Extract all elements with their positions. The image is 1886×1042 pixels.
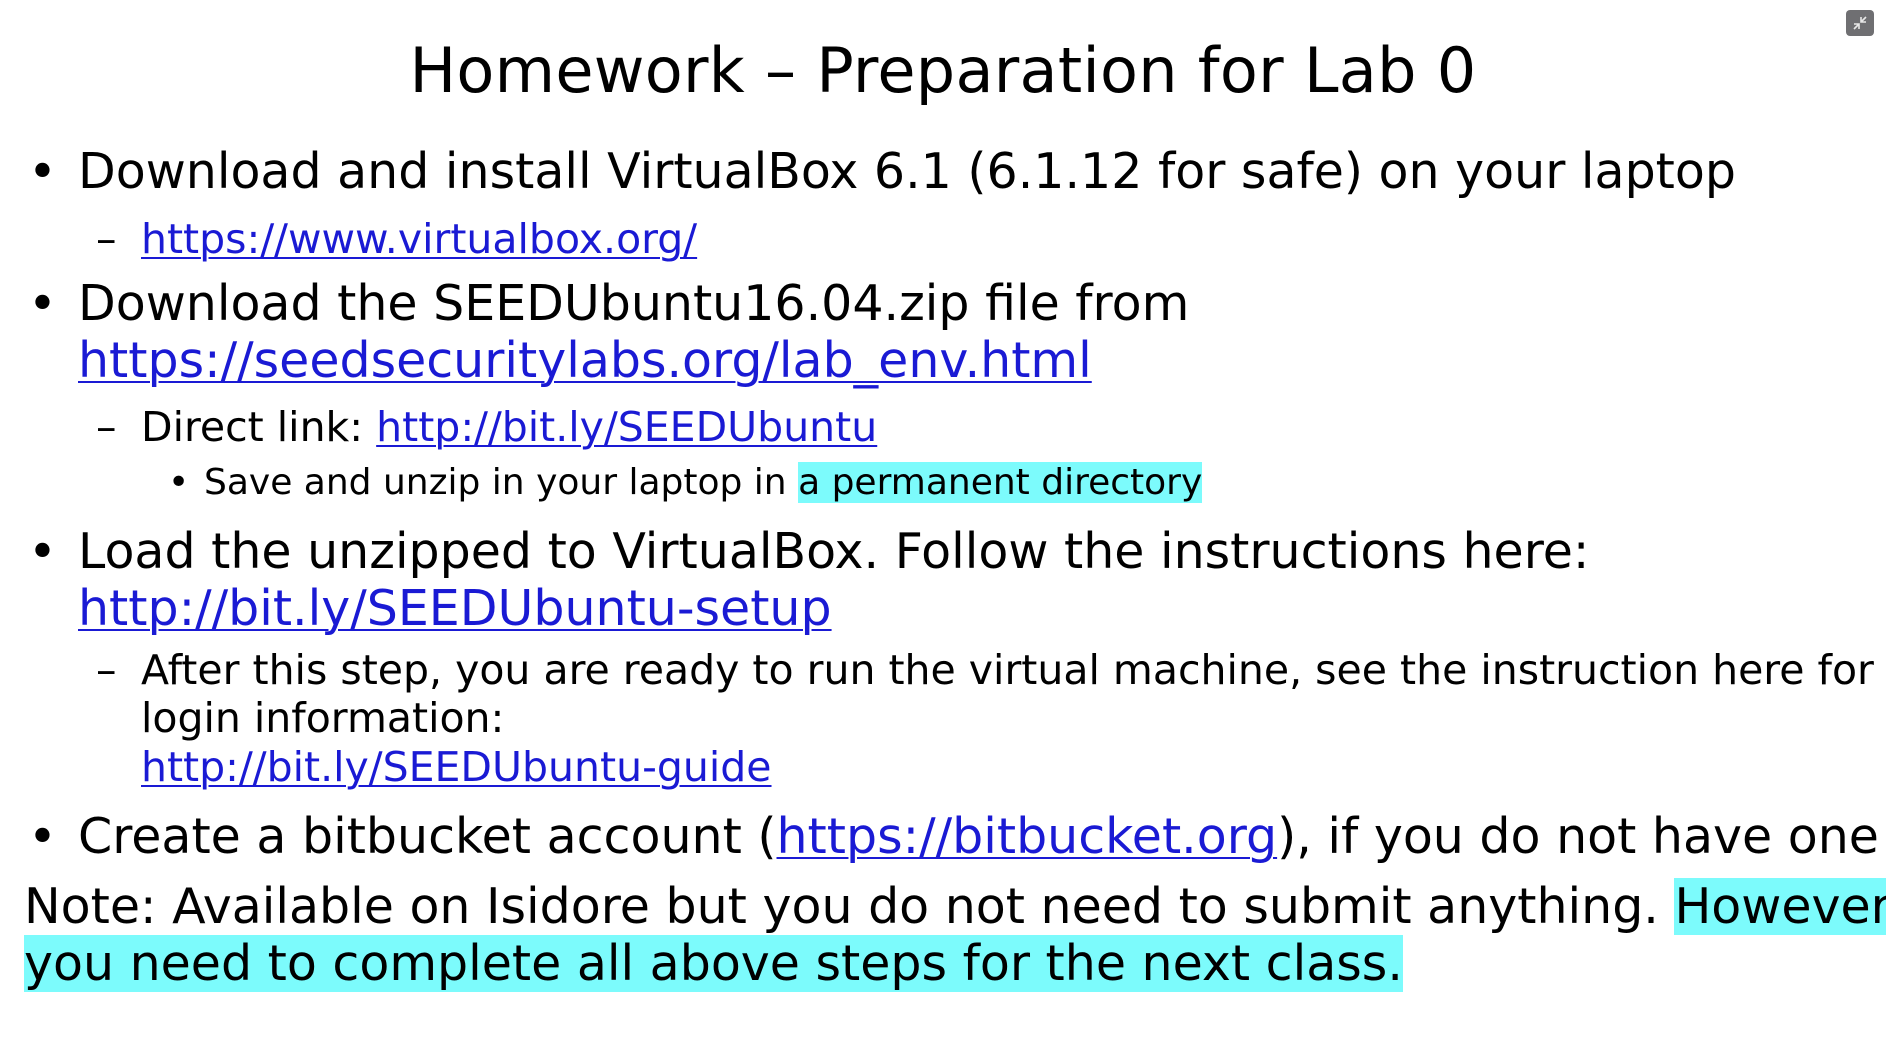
bullet-1-text: Download and install VirtualBox 6.1 (6.1… <box>78 143 1736 200</box>
bullet-2-marker: • <box>28 275 57 332</box>
collapse-icon <box>1853 16 1867 30</box>
permanent-directory-highlight: a permanent directory <box>798 462 1203 503</box>
bitbucket-row: Create a bitbucket account (https://bitb… <box>78 808 1879 865</box>
virtualbox-link[interactable]: https://www.virtualbox.org/ <box>141 215 697 263</box>
bullet-1-marker: • <box>28 143 57 200</box>
seed-lab-env-link-row: https://seedsecuritylabs.org/lab_env.htm… <box>78 332 1092 389</box>
bullet-4-marker: • <box>28 808 57 865</box>
seed-lab-env-link[interactable]: https://seedsecuritylabs.org/lab_env.htm… <box>78 332 1092 389</box>
bullet-3-text: Load the unzipped to VirtualBox. Follow … <box>78 523 1590 580</box>
bitbucket-suffix: ), if you do not have one <box>1277 808 1879 865</box>
note-text: Note: Available on Isidore but you do no… <box>24 878 1675 935</box>
collapse-button[interactable] <box>1846 10 1874 36</box>
seedubuntu-setup-link[interactable]: http://bit.ly/SEEDUbuntu-setup <box>78 580 832 637</box>
note-line-2: you need to complete all above steps for… <box>24 935 1403 992</box>
sub-dash-2: – <box>96 403 117 451</box>
save-unzip-text: Save and unzip in your laptop in <box>204 462 799 503</box>
slide: Homework – Preparation for Lab 0 • Downl… <box>0 0 1886 1042</box>
save-unzip-row: Save and unzip in your laptop in a perma… <box>204 462 1203 503</box>
setup-link-row: http://bit.ly/SEEDUbuntu-setup <box>78 580 832 637</box>
seedubuntu-direct-link[interactable]: http://bit.ly/SEEDUbuntu <box>376 403 877 451</box>
bitbucket-prefix: Create a bitbucket account ( <box>78 808 777 865</box>
sub-dash-1: – <box>96 215 117 263</box>
note-line-1: Note: Available on Isidore but you do no… <box>24 878 1886 935</box>
bitbucket-link[interactable]: https://bitbucket.org <box>777 808 1278 865</box>
bullet-3-marker: • <box>28 523 57 580</box>
virtualbox-link-row: https://www.virtualbox.org/ <box>141 215 697 263</box>
direct-link-row: Direct link: http://bit.ly/SEEDUbuntu <box>141 403 877 451</box>
after-step-line-1: After this step, you are ready to run th… <box>141 646 1874 694</box>
seedubuntu-guide-link[interactable]: http://bit.ly/SEEDUbuntu-guide <box>141 743 772 791</box>
note-highlight-complete-steps: you need to complete all above steps for… <box>24 935 1403 992</box>
direct-link-label: Direct link: <box>141 403 377 451</box>
after-step-line-2: login information: <box>141 694 505 742</box>
note-highlight-however: However, <box>1674 878 1886 935</box>
subsub-bullet-marker: • <box>168 462 190 503</box>
bullet-2-text: Download the SEEDUbuntu16.04.zip file fr… <box>78 275 1190 332</box>
sub-dash-3: – <box>96 646 117 694</box>
slide-title: Homework – Preparation for Lab 0 <box>409 34 1477 107</box>
guide-link-row: http://bit.ly/SEEDUbuntu-guide <box>141 743 772 791</box>
